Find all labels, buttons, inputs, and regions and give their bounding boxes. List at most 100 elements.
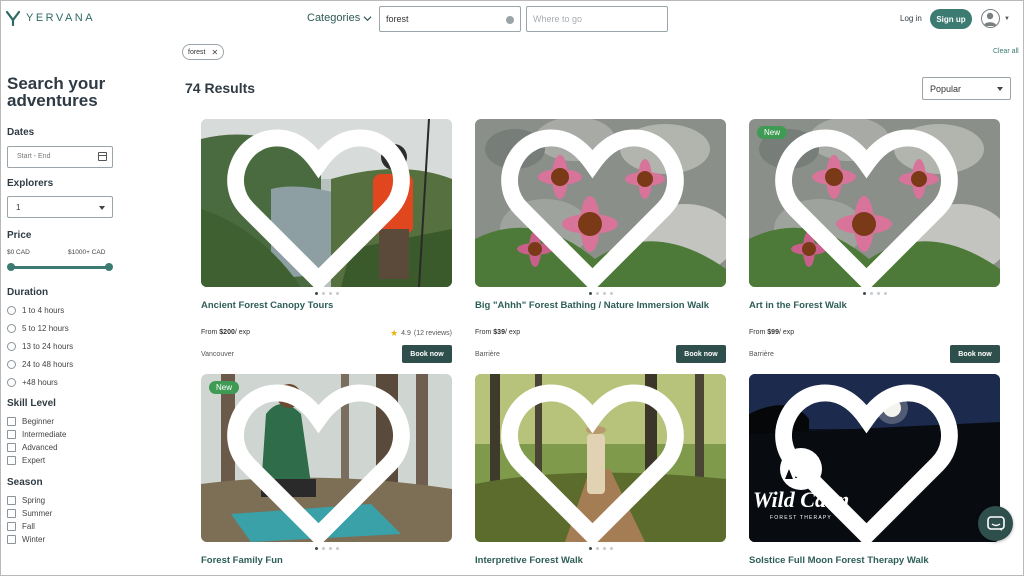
skill-option[interactable]: Beginner (7, 417, 54, 426)
skill-option[interactable]: Intermediate (7, 430, 66, 439)
star-icon: ★ (390, 328, 399, 338)
card-title[interactable]: Interpretive Forest Walk (475, 555, 583, 566)
rating-value: 4.9 (401, 330, 411, 337)
checkbox[interactable] (7, 430, 16, 439)
radio-button[interactable] (7, 360, 16, 369)
favorite-heart-icon[interactable] (201, 125, 444, 287)
price-slider-min-handle[interactable] (7, 263, 15, 271)
card-price: From $200/ exp (201, 329, 250, 336)
favorite-heart-icon[interactable] (749, 125, 992, 287)
checkbox[interactable] (7, 456, 16, 465)
explorers-select[interactable]: 1 (7, 196, 113, 218)
season-option[interactable]: Winter (7, 535, 45, 544)
radio-button[interactable] (7, 306, 16, 315)
season-option-label: Summer (22, 509, 53, 518)
sort-select[interactable]: Popular (922, 77, 1011, 100)
season-option[interactable]: Fall (7, 522, 35, 531)
price-value: $200 (219, 329, 235, 336)
skill-option[interactable]: Expert (7, 456, 45, 465)
clear-all-link[interactable]: Clear all (993, 48, 1019, 55)
card-image[interactable]: Wild Calm FOREST THERAPY (749, 374, 1000, 542)
book-now-button[interactable]: Book now (402, 345, 452, 363)
filter-sidebar: Search your adventures Dates Start - End… (7, 75, 167, 544)
skill-option[interactable]: Advanced (7, 443, 58, 452)
season-option-label: Fall (22, 522, 35, 531)
clear-search-icon[interactable] (506, 16, 514, 24)
duration-option[interactable]: 1 to 4 hours (7, 306, 64, 315)
chevron-down-icon (363, 15, 372, 21)
season-option[interactable]: Summer (7, 509, 52, 518)
remove-filter-icon[interactable]: ✕ (212, 48, 219, 57)
checkbox[interactable] (7, 535, 16, 544)
dates-picker[interactable]: Start - End (7, 146, 113, 168)
season-option[interactable]: Spring (7, 496, 45, 505)
card-title[interactable]: Forest Family Fun (201, 555, 283, 566)
card-price: From $39/ exp (475, 329, 520, 336)
checkbox[interactable] (7, 509, 16, 518)
location-input[interactable] (533, 11, 661, 27)
search-field[interactable] (379, 6, 521, 32)
card-title[interactable]: Art in the Forest Walk (749, 300, 847, 311)
price-heading: Price (7, 230, 32, 241)
categories-dropdown[interactable]: Categories (307, 12, 372, 24)
radio-button[interactable] (7, 342, 16, 351)
categories-label: Categories (307, 12, 361, 24)
price-unit: / exp (504, 329, 521, 336)
image-carousel-dots[interactable] (749, 292, 1000, 295)
favorite-heart-icon[interactable] (475, 380, 718, 542)
price-unit: / exp (234, 329, 251, 336)
price-prefix: From (475, 329, 494, 336)
account-menu[interactable]: ▼ (981, 9, 1010, 28)
chat-button[interactable] (978, 506, 1013, 541)
image-carousel-dots[interactable] (475, 292, 726, 295)
radio-button[interactable] (7, 378, 16, 387)
checkbox[interactable] (7, 522, 16, 531)
card-image[interactable]: New (749, 119, 1000, 287)
favorite-heart-icon[interactable] (749, 380, 992, 542)
duration-option[interactable]: +48 hours (7, 378, 58, 387)
duration-option-label: 24 to 48 hours (22, 360, 74, 369)
card-image[interactable] (475, 374, 726, 542)
caret-down-icon (99, 206, 105, 210)
price-min-label: $0 CAD (7, 249, 30, 256)
checkbox[interactable] (7, 496, 16, 505)
card-image[interactable] (201, 119, 452, 287)
signup-button[interactable]: Sign up (930, 9, 972, 29)
image-carousel-dots[interactable] (475, 547, 726, 550)
card-location: Barrière (749, 351, 774, 358)
book-now-button[interactable]: Book now (950, 345, 1000, 363)
checkbox[interactable] (7, 443, 16, 452)
card-location: Vancouver (201, 351, 234, 358)
card-title[interactable]: Big "Ahhh" Forest Bathing / Nature Immer… (475, 300, 709, 311)
card-rating: ★ 4.9 (12 reviews) (390, 328, 452, 339)
price-unit: / exp (778, 329, 795, 336)
favorite-heart-icon[interactable] (475, 125, 718, 287)
user-icon (983, 12, 997, 26)
duration-option[interactable]: 24 to 48 hours (7, 360, 73, 369)
review-count: (12 reviews) (413, 330, 452, 337)
image-carousel-dots[interactable] (201, 547, 452, 550)
radio-button[interactable] (7, 324, 16, 333)
calendar-icon (98, 152, 107, 161)
filter-chip: forest ✕ (182, 44, 225, 60)
location-field[interactable] (526, 6, 668, 32)
card-image[interactable] (475, 119, 726, 287)
favorite-heart-icon[interactable] (201, 380, 444, 542)
checkbox[interactable] (7, 417, 16, 426)
price-slider-track[interactable] (10, 266, 110, 269)
duration-option[interactable]: 13 to 24 hours (7, 342, 73, 351)
card-title[interactable]: Ancient Forest Canopy Tours (201, 300, 333, 311)
logo[interactable]: YERVANA (6, 10, 95, 26)
duration-option[interactable]: 5 to 12 hours (7, 324, 69, 333)
caret-down-icon: ▼ (1004, 15, 1010, 22)
explorers-heading: Explorers (7, 178, 54, 189)
search-input[interactable] (386, 11, 504, 27)
chat-icon (986, 515, 1005, 531)
explorers-value: 1 (16, 203, 21, 212)
login-link[interactable]: Log in (900, 14, 922, 23)
book-now-button[interactable]: Book now (676, 345, 726, 363)
price-slider-max-handle[interactable] (105, 263, 113, 271)
card-image[interactable]: New (201, 374, 452, 542)
card-title[interactable]: Solstice Full Moon Forest Therapy Walk (749, 555, 929, 566)
image-carousel-dots[interactable] (201, 292, 452, 295)
